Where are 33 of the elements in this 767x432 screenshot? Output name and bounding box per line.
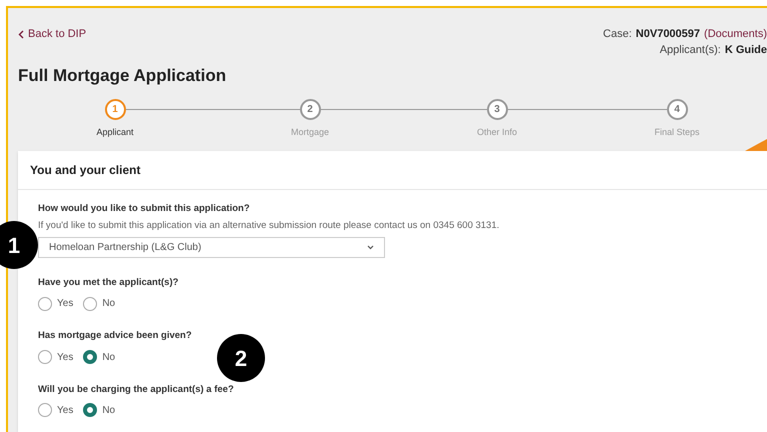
step-label: Other Info [476, 126, 518, 138]
applicants-value: K Guide [724, 43, 767, 58]
applicants-label: Applicant(s): [660, 43, 721, 58]
chevron-down-icon [367, 245, 374, 250]
radio-option[interactable]: No [83, 402, 116, 418]
step-label: Final Steps [654, 126, 700, 139]
page-title: Full Mortgage Application [17, 65, 228, 87]
case-number: N0V7000597 [636, 27, 700, 42]
back-link[interactable]: Back to DIP [18, 26, 86, 42]
hint-text: If you'd like to submit this application via an alternative submission route please contact us on 0345 600 3131. [38, 218, 500, 233]
corner-tab [745, 138, 767, 150]
section-title: You and your client [30, 162, 140, 176]
radio-option[interactable]: No [83, 296, 116, 312]
radio-button[interactable] [38, 296, 52, 311]
submission-select[interactable]: Homeloan Partnership (L&G Club) [38, 237, 385, 258]
radio-option[interactable]: Yes [38, 350, 74, 364]
radio-button[interactable] [38, 403, 52, 418]
radio-option[interactable]: No [83, 350, 116, 364]
question-label: Have you met the applicant(s)? [38, 276, 180, 290]
radio-button[interactable] [83, 296, 98, 311]
radio-button[interactable] [83, 350, 98, 364]
radio-button[interactable] [83, 403, 98, 418]
question-label: Has mortgage advice been given? [38, 329, 193, 344]
question-label: How would you like to submit this application? [38, 202, 251, 216]
documents-link[interactable]: (Documents) [704, 26, 767, 42]
step-label: Mortgage [290, 126, 330, 139]
radio-option[interactable]: Yes [38, 296, 74, 312]
chevron-left-icon [18, 30, 24, 38]
question-label: Will you be charging the applicant(s) a fee? [38, 382, 235, 396]
case-label: Case: [603, 27, 632, 42]
step-label: Applicant [96, 126, 134, 139]
radio-button[interactable] [38, 350, 52, 364]
radio-option[interactable]: Yes [38, 402, 74, 418]
